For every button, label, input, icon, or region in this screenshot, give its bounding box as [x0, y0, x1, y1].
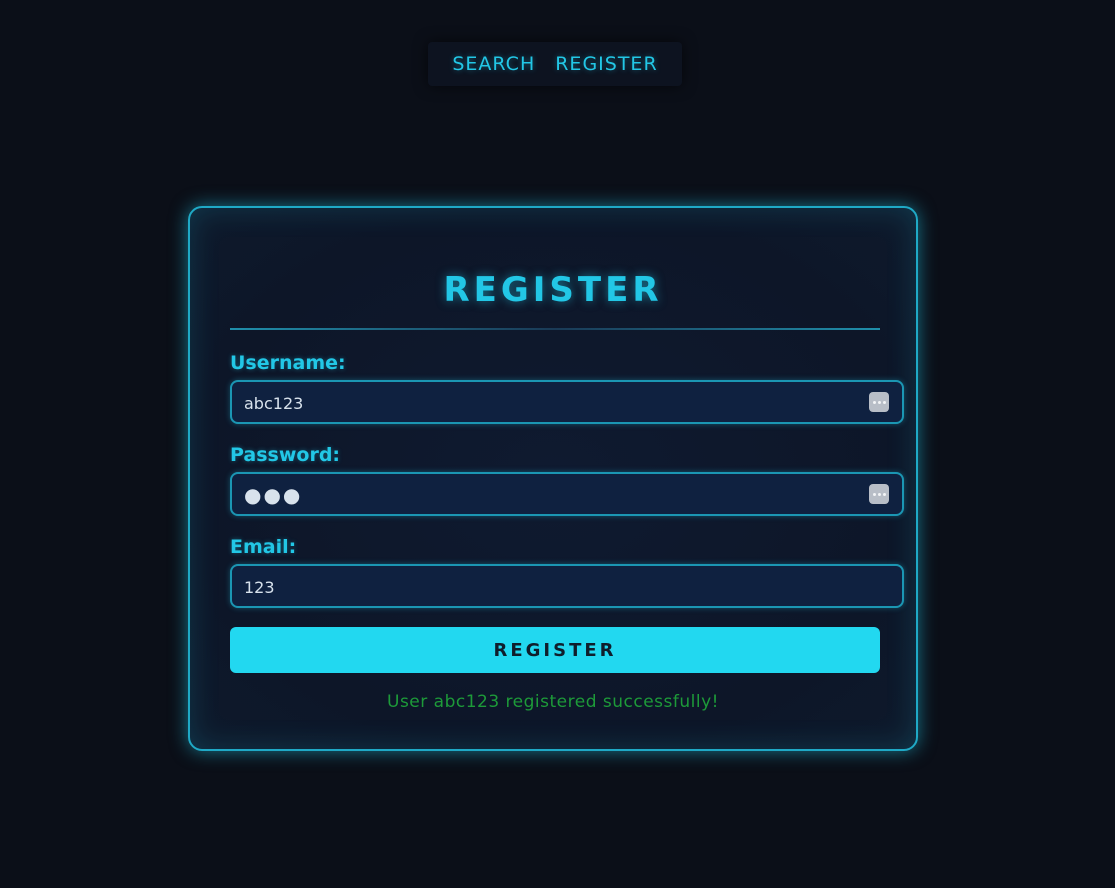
password-label: Password: — [230, 444, 341, 466]
password-manager-icon[interactable] — [869, 392, 889, 412]
register-card: REGISTER Username: Password: Email: REGI… — [188, 206, 918, 751]
password-input[interactable] — [242, 474, 856, 516]
email-field — [230, 564, 904, 608]
password-field — [230, 472, 904, 516]
title-divider — [230, 328, 880, 330]
success-message: User abc123 registered successfully! — [387, 692, 719, 712]
top-nav: SEARCH REGISTER — [428, 42, 682, 86]
email-input[interactable] — [242, 566, 856, 608]
form-title: REGISTER — [443, 270, 663, 310]
password-manager-icon[interactable] — [869, 484, 889, 504]
nav-link-register[interactable]: REGISTER — [555, 53, 657, 75]
register-button[interactable]: REGISTER — [230, 627, 880, 673]
username-input[interactable] — [242, 382, 856, 424]
nav-link-search[interactable]: SEARCH — [452, 53, 535, 75]
username-label: Username: — [230, 352, 346, 374]
username-field — [230, 380, 904, 424]
email-label: Email: — [230, 536, 297, 558]
